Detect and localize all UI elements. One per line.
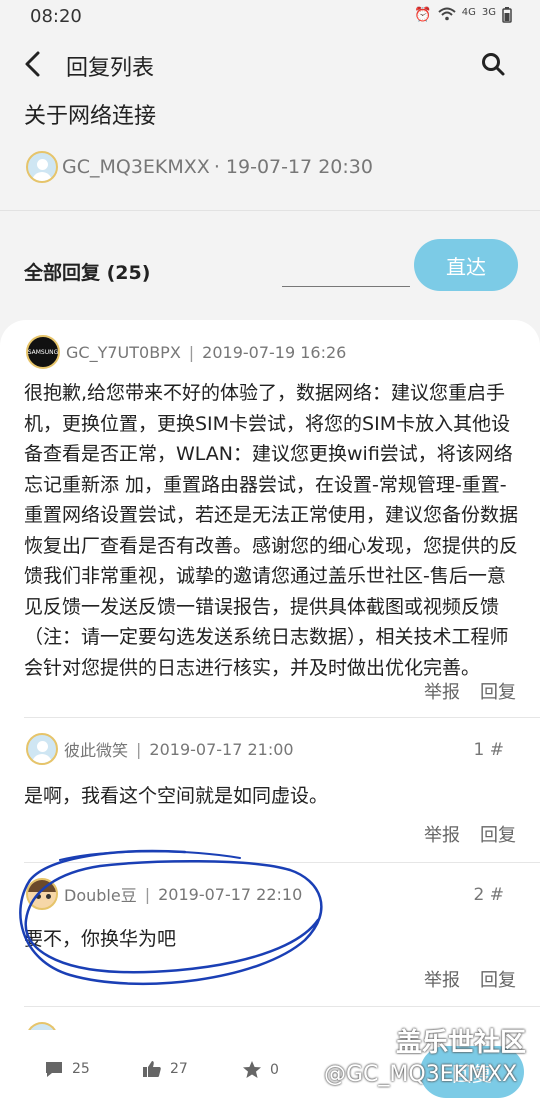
reply-text: 是啊，我看这个空间就是如同虚设。 xyxy=(24,785,329,807)
comment-icon xyxy=(46,1062,62,1077)
avatar[interactable] xyxy=(26,733,58,765)
avatar[interactable]: SAMSUNG xyxy=(26,335,60,369)
comments-count: 25 xyxy=(72,1061,90,1077)
comments-count-button[interactable]: 25 xyxy=(44,1060,90,1078)
avatar[interactable] xyxy=(26,151,58,183)
reply-text: 很抱歉,给您带来不好的体验了，数据网络：建议您重启手机，更换位置，更换SIM卡尝… xyxy=(24,382,519,679)
reply-meta: 彼此微笑 | 2019-07-17 21:00 xyxy=(26,733,294,765)
reply-meta: Double豆 | 2019-07-17 22:10 xyxy=(26,878,302,910)
page-title: 回复列表 xyxy=(66,56,155,81)
reply-button[interactable]: 回复 xyxy=(480,678,516,704)
status-bar: 08:20 ⏰ 4G 3G xyxy=(0,0,540,34)
signal-3g-icon: 3G xyxy=(481,7,496,18)
separator: | xyxy=(188,342,195,362)
separator: | xyxy=(136,739,142,759)
status-time: 08:20 xyxy=(30,6,82,27)
post-author-row[interactable]: GC_MQ3EKMXX · 19-07-17 20:30 xyxy=(26,150,373,184)
reply-button[interactable]: 回复 xyxy=(480,966,516,992)
reply-date: 2019-07-17 22:10 xyxy=(158,884,303,904)
report-button[interactable]: 举报 xyxy=(424,678,460,704)
post-title: 关于网络连接 xyxy=(24,104,157,129)
back-button[interactable] xyxy=(20,48,48,80)
report-button[interactable]: 举报 xyxy=(424,966,460,992)
chevron-left-icon xyxy=(25,51,40,77)
divider xyxy=(0,210,540,211)
search-icon xyxy=(482,53,505,76)
reply-actions: 举报 回复 xyxy=(424,678,516,704)
watermark-brand: 盖乐世社区 xyxy=(396,1028,527,1058)
report-button[interactable]: 举报 xyxy=(424,821,460,847)
reply-author[interactable]: Double豆 xyxy=(64,882,137,906)
post-author-name[interactable]: GC_MQ3EKMXX xyxy=(62,156,210,178)
reply-text: 要不，你换华为吧 xyxy=(24,928,177,950)
reply-date: 2019-07-19 16:26 xyxy=(202,342,347,362)
floor-jump-input[interactable] xyxy=(282,286,410,287)
watermark-user: @GC_MQ3EKMXX xyxy=(324,1062,518,1087)
goto-button[interactable]: 直达 xyxy=(414,239,518,291)
search-button[interactable] xyxy=(480,50,506,78)
favorite-button[interactable]: 0 xyxy=(242,1060,279,1079)
reply-actions: 举报 回复 xyxy=(424,821,516,847)
wifi-icon xyxy=(438,7,456,27)
floor-number: 1 # xyxy=(473,740,504,760)
post-date: · 19-07-17 20:30 xyxy=(213,156,373,178)
reply-author[interactable]: GC_Y7UT0BPX xyxy=(66,343,181,362)
divider xyxy=(24,862,540,863)
reply-meta: SAMSUNG GC_Y7UT0BPX | 2019-07-19 16:26 xyxy=(26,335,346,369)
reply-button[interactable]: 回复 xyxy=(480,821,516,847)
separator: | xyxy=(144,884,151,904)
like-button[interactable]: 27 xyxy=(142,1060,188,1078)
battery-icon xyxy=(502,7,512,27)
avatar[interactable] xyxy=(26,878,58,910)
reply-date: 2019-07-17 21:00 xyxy=(149,739,294,759)
reply-actions: 举报 回复 xyxy=(424,966,516,992)
alarm-icon: ⏰ xyxy=(414,7,432,23)
signal-4g-icon: 4G xyxy=(461,7,476,18)
star-icon xyxy=(243,1061,261,1078)
divider xyxy=(24,717,540,718)
reply-author[interactable]: 彼此微笑 xyxy=(64,737,128,761)
floor-number: 2 # xyxy=(473,885,504,905)
favorites-count: 0 xyxy=(270,1061,279,1078)
divider xyxy=(24,1006,540,1007)
all-replies-label: 全部回复 (25) xyxy=(24,262,151,284)
thumbs-up-icon xyxy=(143,1061,161,1077)
status-icons: ⏰ 4G 3G xyxy=(414,7,512,27)
likes-count: 27 xyxy=(170,1061,188,1077)
